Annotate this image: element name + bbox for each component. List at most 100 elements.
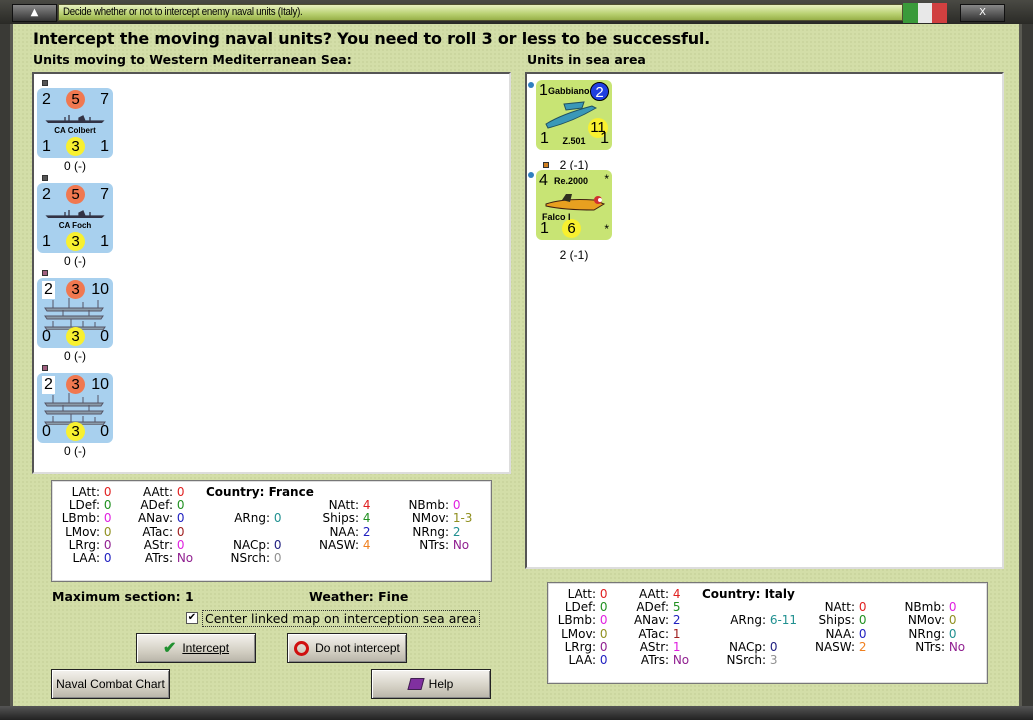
unit-name: CA Foch — [58, 221, 92, 230]
stat-lrrg: LRrg: 0 — [30, 538, 112, 552]
stat-label: NRng: — [908, 626, 945, 641]
stat-value: 2 — [855, 639, 867, 654]
do-not-intercept-button[interactable]: Do not intercept — [287, 633, 407, 663]
stat-label: NSrch: — [230, 551, 270, 565]
stat-label: ANav: — [137, 511, 173, 526]
help-button[interactable]: Help — [371, 669, 491, 699]
stat-value: 1 — [669, 639, 681, 654]
sea-area-units-title: Units in sea area — [527, 52, 646, 67]
stat-nsrch: NSrch: 3 — [696, 653, 777, 667]
stat-lmov: LMov: 0 — [526, 627, 607, 641]
stat-label: LAA: — [72, 551, 100, 565]
stat-atac: ATac: 0 — [103, 525, 184, 539]
naval-unit-counter[interactable]: 2 3 10 0 3 0 — [37, 373, 113, 443]
range-value: 7 — [100, 186, 109, 203]
stat-label: LAtt: — [567, 587, 596, 601]
naval-unit-counter[interactable]: 2 3 10 0 3 0 — [37, 278, 113, 348]
stat-nmov: NMov: 1-3 — [379, 511, 473, 526]
center-map-checkbox[interactable]: ✔ — [186, 612, 198, 624]
stat-label: ADef: — [636, 600, 669, 615]
stat-nmov: NMov: 0 — [875, 613, 957, 627]
stat-label: Ships: — [818, 613, 855, 628]
do-not-intercept-label: Do not intercept — [315, 641, 400, 655]
naval-combat-chart-button[interactable]: Naval Combat Chart — [51, 669, 170, 699]
stat-nsrch: NSrch: 0 — [200, 551, 281, 565]
unit-status: 2 (-1) — [559, 248, 589, 262]
sea-area-units-list[interactable]: 1 Gabbiano 2 11 1 Z.501 1 2 (-1) 4 Re.2000 * 1 6 Falc… — [525, 72, 1004, 569]
stat-value: 1-3 — [449, 511, 473, 526]
stat-aatt: AAtt: 0 — [103, 485, 184, 499]
unit-status: 0 (-) — [64, 349, 86, 363]
stat-label: LDef: — [68, 498, 100, 513]
stat-value: No — [173, 551, 194, 565]
movement-circle: 3 — [66, 137, 85, 156]
stat-value: 0 — [173, 537, 185, 552]
stat-value: 2 — [669, 613, 681, 628]
minimize-button[interactable]: ▲ — [12, 4, 57, 22]
stat-label: AStr: — [639, 639, 669, 654]
center-map-label[interactable]: Center linked map on interception sea ar… — [202, 610, 480, 627]
moving-units-title: Units moving to Western Mediterranean Se… — [33, 52, 352, 67]
stat-label: NACp: — [232, 537, 270, 552]
stat-label: NTrs: — [915, 639, 945, 654]
moving-units-list[interactable]: 2 5 7 CA Colbert 1 3 1 0 (-) 2 5 7 CA Foch 1 3 1 0 (-) 2… — [32, 72, 511, 474]
stat-label: NBmb: — [904, 600, 945, 615]
stat-lrrg: LRrg: 0 — [526, 640, 608, 654]
stat-value: 4 — [359, 537, 371, 552]
stat-value: 0 — [855, 626, 867, 641]
right-bottom-value: 1 — [600, 130, 609, 147]
help-book-icon — [407, 678, 425, 690]
checkmark-icon: ✔ — [162, 640, 177, 657]
air-unit-counter[interactable]: 1 Gabbiano 2 11 1 Z.501 1 — [536, 80, 612, 150]
stat-label: AAtt: — [143, 485, 173, 499]
movement-circle: 3 — [66, 422, 85, 441]
right-bottom-value: 1 — [100, 233, 109, 250]
stat-natt: NAtt: 0 — [785, 600, 867, 614]
stat-anav: ANav: 0 — [103, 511, 184, 525]
stat-label: AStr: — [143, 537, 173, 552]
ship-silhouette-icon — [45, 112, 105, 126]
unit-name: Falco I — [542, 212, 571, 222]
naval-unit-counter[interactable]: 2 5 7 CA Foch 1 3 1 — [37, 183, 113, 253]
stat-nacp: NACp: 0 — [696, 640, 777, 654]
dialog-heading: Intercept the moving naval units? You ne… — [33, 29, 711, 48]
intercept-button[interactable]: ✔ Intercept — [136, 633, 256, 663]
stat-label: ADef: — [140, 498, 173, 513]
badge-circle: 2 — [590, 82, 609, 101]
close-button[interactable]: X — [960, 4, 1005, 22]
air-unit-counter[interactable]: 4 Re.2000 * 1 6 Falco I * — [536, 170, 612, 240]
help-label: Help — [428, 677, 454, 691]
unit-status: 0 (-) — [64, 254, 86, 268]
stat-latt: LAtt: 0 — [30, 485, 112, 499]
stat-label: NASW: — [814, 639, 855, 654]
maximum-section: Maximum section: 1 — [52, 589, 194, 604]
stat-label: ATac: — [142, 524, 173, 539]
attack-value: 2 — [42, 186, 51, 203]
star-mark: * — [604, 172, 609, 186]
country-label: Country: Italy — [702, 587, 795, 601]
stat-label: LMov: — [561, 626, 596, 641]
stat-label: ATrs: — [640, 653, 669, 667]
weather: Weather: Fine — [309, 589, 409, 604]
stat-arng: ARng: 6-11 — [696, 613, 797, 627]
stat-label: LBmb: — [557, 613, 596, 628]
stat-value: 0 — [173, 511, 185, 526]
stat-value: 4 — [359, 511, 371, 526]
left-bottom-value: 1 — [540, 220, 549, 237]
naval-unit-counter[interactable]: 2 5 7 CA Colbert 1 3 1 — [37, 88, 113, 158]
stat-label: NTrs: — [419, 537, 449, 552]
stat-ntrs: NTrs: No — [875, 640, 965, 654]
stat-value: 5 — [669, 600, 681, 615]
unit-marker — [42, 365, 48, 371]
stat-label: Ships: — [322, 511, 359, 526]
stat-ldef: LDef: 0 — [526, 600, 608, 614]
right-bottom-value: 0 — [100, 328, 109, 345]
right-bottom-value: 1 — [100, 138, 109, 155]
stat-label: LAtt: — [71, 485, 100, 499]
unit-marker — [42, 270, 48, 276]
stat-nbmb: NBmb: 0 — [379, 498, 460, 512]
intercept-label: Intercept — [182, 641, 230, 655]
italy-flag-icon — [903, 3, 948, 23]
stat-value: 0 — [173, 524, 185, 539]
stat-value: 0 — [173, 498, 185, 513]
